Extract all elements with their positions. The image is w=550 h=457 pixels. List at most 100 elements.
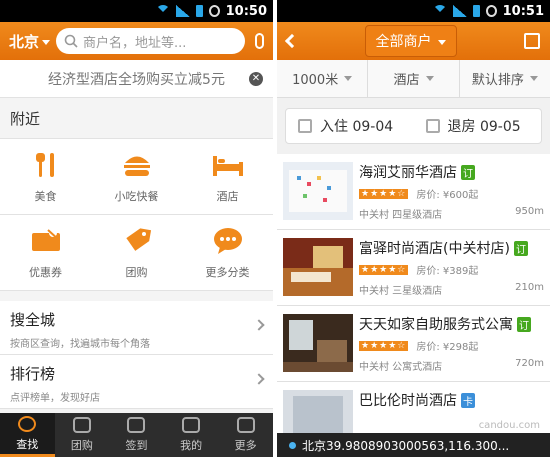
- chevron-down-icon: [529, 76, 538, 81]
- status-bar: 10:50: [0, 0, 273, 22]
- filter-label: 默认排序: [471, 73, 524, 88]
- distance-filter[interactable]: 1000米: [277, 60, 369, 97]
- location-dot-icon: [289, 441, 296, 449]
- category-label: 团购: [125, 265, 148, 279]
- chevron-down-icon: [425, 76, 434, 81]
- tab-label: 签到: [125, 439, 148, 452]
- chevron-down-icon: [42, 39, 51, 45]
- list-item[interactable]: 富驿时尚酒店(中关村店) 订 ★★★★☆ 房价: ¥389起 中关村 三星级酒店 21…: [277, 230, 550, 306]
- booking-badge: 订: [461, 164, 475, 180]
- tab-label: 团购: [70, 439, 93, 452]
- category-label: 小吃快餐: [114, 189, 159, 203]
- row-title: 搜全城: [10, 311, 56, 329]
- hotel-photo: [283, 162, 353, 220]
- tab-checkin[interactable]: 签到: [109, 413, 164, 457]
- chat-bubble-icon: [213, 227, 242, 254]
- tag-icon: [125, 227, 151, 251]
- city-label: 北京: [9, 32, 40, 51]
- hotel-name: 巴比伦时尚酒店: [359, 393, 457, 409]
- alarm-icon: [485, 5, 497, 17]
- tab-more[interactable]: 更多: [218, 413, 273, 457]
- right-screen: 10:51 全部商户 1000米 酒店 默认排序 入住 09-04 退房 09-…: [277, 0, 550, 457]
- category-label: 更多分类: [205, 265, 250, 279]
- tab-label: 更多: [234, 439, 257, 452]
- hotel-photo: [283, 238, 353, 296]
- close-icon[interactable]: ✕: [249, 72, 263, 86]
- hotel-area: 中关村 三星级酒店: [359, 286, 443, 297]
- row-subtitle: 点评榜单，发现好店: [10, 393, 100, 404]
- tab-groupbuy[interactable]: 团购: [55, 413, 110, 457]
- nearby-title: 附近: [10, 109, 41, 128]
- chevron-down-icon: [437, 39, 446, 45]
- hotel-price: 房价: ¥298起: [416, 342, 479, 353]
- row-title: 排行榜: [10, 365, 56, 383]
- coupon-icon: [31, 228, 60, 251]
- voice-search-button[interactable]: [245, 33, 273, 49]
- search-city-row[interactable]: 搜全城 按商区查询，找遍城市每个角落: [0, 301, 273, 355]
- list-header: 全部商户: [277, 22, 550, 60]
- filter-label: 1000米: [292, 73, 339, 88]
- tab-search[interactable]: 查找: [0, 413, 55, 457]
- category-more[interactable]: 更多分类: [182, 215, 273, 290]
- category-hotel[interactable]: 酒店: [182, 139, 273, 214]
- calendar-icon: [298, 119, 312, 133]
- category-label: 酒店: [216, 189, 239, 203]
- category-food[interactable]: 美食: [0, 139, 91, 214]
- checkin-date[interactable]: 入住 09-04: [286, 116, 414, 136]
- back-arrow-icon[interactable]: [284, 33, 300, 49]
- hotel-price: 房价: ¥389起: [416, 266, 479, 277]
- location-bar[interactable]: 北京39.9808903000563,116.300...: [277, 433, 550, 457]
- wifi-icon: [432, 5, 447, 17]
- merchant-filter-button[interactable]: 全部商户: [364, 25, 457, 57]
- status-time: 10:51: [502, 3, 544, 19]
- hotel-distance: 210m: [515, 282, 544, 293]
- search-input[interactable]: 商户名，地址等...: [56, 28, 245, 54]
- row-subtitle: 按商区查询，找遍城市每个角落: [10, 339, 150, 350]
- burger-icon: [123, 156, 150, 176]
- tab-mine[interactable]: 我的: [164, 413, 219, 457]
- map-icon[interactable]: [524, 33, 540, 49]
- signal-icon: [452, 5, 467, 17]
- category-snack[interactable]: 小吃快餐: [91, 139, 182, 214]
- hotel-name: 富驿时尚酒店(中关村店): [359, 241, 510, 257]
- hotel-distance: 950m: [515, 206, 544, 217]
- rating-stars: ★★★★☆: [359, 264, 409, 275]
- alarm-icon: [208, 5, 220, 17]
- bottom-tab-bar: 查找 团购 签到 我的 更多: [0, 413, 273, 457]
- search-icon: [64, 34, 78, 48]
- filter-bar: 1000米 酒店 默认排序: [277, 60, 550, 98]
- list-item[interactable]: 天天如家自助服务式公寓订 ★★★★☆ 房价: ¥298起 中关村 公寓式酒店 720…: [277, 306, 550, 382]
- checkin-label: 入住 09-04: [320, 119, 394, 135]
- chevron-down-icon: [344, 76, 353, 81]
- booking-badge: 订: [517, 316, 531, 332]
- calendar-icon: [425, 119, 440, 133]
- category-grid: 美食 小吃快餐 酒店 优惠券 团购 更多分类: [0, 138, 273, 291]
- sort-filter[interactable]: 默认排序: [460, 60, 550, 97]
- filter-label: 酒店: [393, 73, 420, 88]
- promo-text: 经济型酒店全场购买立减5元: [48, 71, 225, 88]
- promo-banner[interactable]: 经济型酒店全场购买立减5元 ✕: [0, 60, 273, 98]
- hotel-area: 中关村 公寓式酒店: [359, 362, 443, 373]
- date-picker: 入住 09-04 退房 09-05: [285, 108, 542, 144]
- category-filter[interactable]: 酒店: [368, 60, 460, 97]
- ranking-row[interactable]: 排行榜 点评榜单，发现好店: [0, 355, 273, 409]
- battery-icon: [195, 5, 203, 17]
- category-groupbuy[interactable]: 团购: [91, 215, 182, 290]
- status-bar: 10:51: [277, 0, 550, 22]
- status-time: 10:50: [225, 3, 267, 19]
- category-row: 美食 小吃快餐 酒店: [0, 139, 273, 215]
- location-text: 北京39.9808903000563,116.300...: [302, 438, 510, 453]
- checkout-date[interactable]: 退房 09-05: [414, 116, 542, 136]
- hotel-price: 房价: ¥600起: [416, 190, 479, 201]
- search-header: 北京 商户名，地址等...: [0, 22, 273, 60]
- tab-label: 查找: [16, 437, 39, 451]
- city-selector[interactable]: 北京: [0, 31, 56, 52]
- hotel-area: 中关村 四星级酒店: [359, 210, 443, 221]
- list-item[interactable]: 海润艾丽华酒店订 ★★★★☆ 房价: ¥600起 中关村 四星级酒店 950m: [277, 154, 550, 230]
- hotel-name: 海润艾丽华酒店: [359, 165, 457, 181]
- search-icon: [18, 415, 37, 432]
- user-icon: [182, 417, 201, 433]
- category-row: 优惠券 团购 更多分类: [0, 215, 273, 291]
- category-coupon[interactable]: 优惠券: [0, 215, 91, 290]
- more-dots-icon: [236, 417, 255, 433]
